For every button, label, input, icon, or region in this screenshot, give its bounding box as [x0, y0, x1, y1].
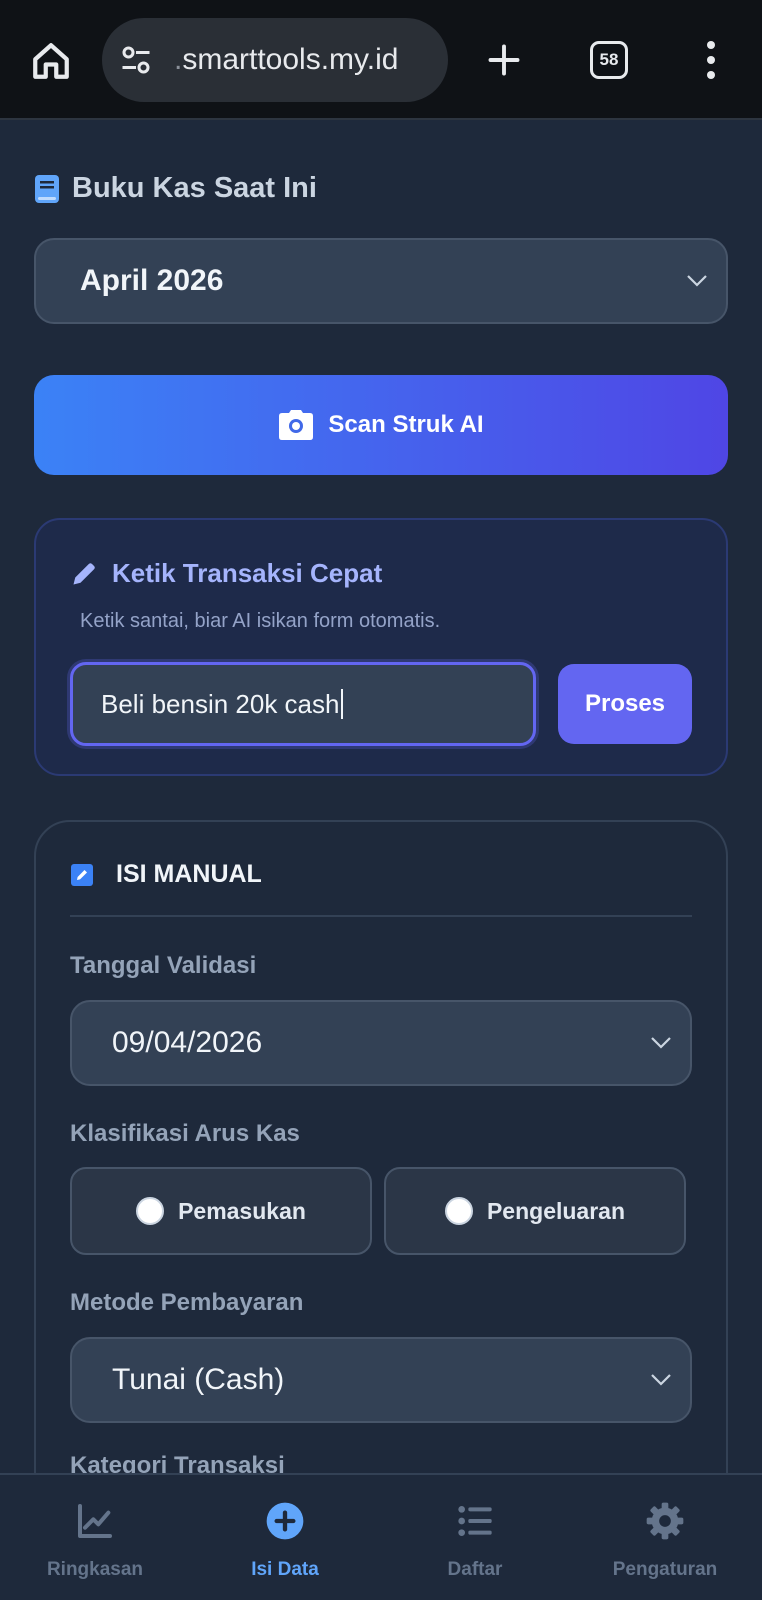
chevron-down-icon	[687, 275, 707, 287]
camera-icon	[279, 410, 314, 440]
quick-transaction-input[interactable]: Beli bensin 20k cash	[70, 662, 536, 746]
book-section-title: Buku Kas Saat Ini	[34, 172, 317, 205]
nav-item-pengaturan[interactable]: Pengaturan	[570, 1475, 760, 1600]
radio-circle	[444, 1197, 473, 1225]
book-icon	[35, 174, 59, 203]
address-bar[interactable]: .smarttools.my.id	[102, 18, 448, 102]
quick-title: Ketik Transaksi Cepat	[70, 558, 382, 589]
plus-circle-icon	[266, 1502, 304, 1540]
bottom-navigation: Ringkasan Isi Data Daftar Pengaturan	[0, 1473, 762, 1600]
payment-method-select[interactable]: Tunai (Cash)	[70, 1337, 692, 1423]
income-radio[interactable]: Pemasukan	[70, 1167, 372, 1255]
category-label: Kategori Transaksi	[70, 1452, 285, 1473]
url-text: .smarttools.my.id	[174, 43, 399, 76]
gear-icon	[646, 1502, 684, 1540]
chevron-down-icon	[651, 1037, 671, 1049]
quick-subtitle: Ketik santai, biar AI isikan form otomat…	[80, 610, 441, 632]
nav-item-ringkasan[interactable]: Ringkasan	[0, 1475, 190, 1600]
list-icon	[458, 1506, 492, 1536]
new-tab-icon[interactable]	[486, 42, 522, 78]
manual-heading: ISI MANUAL	[70, 860, 262, 889]
date-select[interactable]: 09/04/2026	[70, 1000, 692, 1086]
process-button[interactable]: Proses	[558, 664, 692, 744]
expense-radio[interactable]: Pengeluaran	[384, 1167, 686, 1255]
radio-circle	[136, 1197, 165, 1225]
divider	[70, 915, 692, 917]
more-options-icon[interactable]	[700, 40, 722, 80]
pencil-icon	[73, 562, 95, 584]
chart-line-icon	[78, 1504, 112, 1538]
tab-switcher-button[interactable]: 58	[590, 41, 628, 79]
cashflow-label: Klasifikasi Arus Kas	[70, 1120, 300, 1147]
site-settings-icon[interactable]	[118, 42, 154, 78]
nav-item-daftar[interactable]: Daftar	[380, 1475, 570, 1600]
book-select[interactable]: April 2026	[34, 238, 728, 324]
text-caret	[341, 689, 344, 719]
scan-receipt-button[interactable]: Scan Struk AI	[34, 375, 728, 475]
payment-method-label: Metode Pembayaran	[70, 1289, 304, 1316]
quick-transaction-card: Ketik Transaksi Cepat Ketik santai, biar…	[34, 518, 728, 776]
manual-entry-card: ISI MANUAL Tanggal Validasi 09/04/2026 K…	[34, 820, 728, 1473]
home-icon[interactable]	[30, 40, 72, 82]
date-label: Tanggal Validasi	[70, 952, 257, 979]
nav-item-isi-data[interactable]: Isi Data	[190, 1475, 380, 1600]
chevron-down-icon	[651, 1374, 671, 1386]
page-content: Buku Kas Saat Ini April 2026 Scan Struk …	[0, 120, 762, 1473]
edit-square-icon	[71, 863, 93, 886]
browser-toolbar: .smarttools.my.id 58	[0, 0, 762, 120]
